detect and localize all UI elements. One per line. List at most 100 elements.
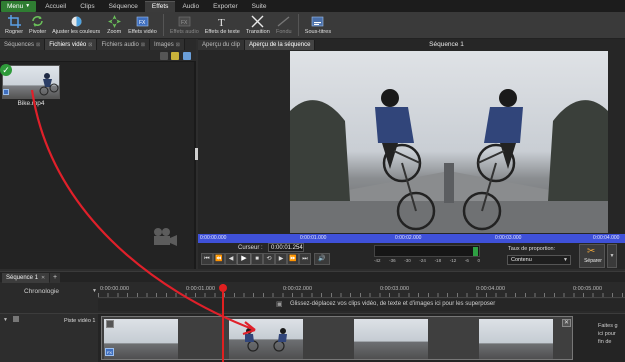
track-settings-icon[interactable]: ▼: [3, 317, 8, 323]
svg-text:FX: FX: [181, 20, 188, 26]
overlay-drop-zone[interactable]: ▣ Glissez-déplacez vos clips vidéo, de t…: [98, 299, 625, 311]
main-menu-button[interactable]: Menu ▼: [1, 0, 37, 12]
zoom-icon: [107, 14, 121, 28]
step-back-icon[interactable]: ◀: [225, 253, 237, 265]
go-start-icon[interactable]: ⏮: [201, 253, 213, 265]
menu-suite[interactable]: Suite: [245, 1, 274, 12]
grid-view-icon[interactable]: [183, 52, 191, 60]
transport-controls: ⏮ ⏪ ◀ ▶ ■ ⟲ ▶ ⏩ ⏭ 🔊: [201, 253, 330, 265]
subtitles-button[interactable]: Sous-titres: [302, 14, 334, 35]
volume-icon[interactable]: 🔊: [314, 253, 330, 265]
audio-fx-label: Effets audio: [169, 29, 199, 35]
menu-accueil[interactable]: Accueil: [38, 1, 73, 12]
color-adjust-label: Ajuster les couleurs: [52, 29, 101, 35]
db-scale: -42 -36 -30 -24 -18 -12 -6 0: [374, 258, 480, 263]
zoom-button[interactable]: Zoom: [103, 14, 125, 35]
audio-fx-button[interactable]: FX Effets audio: [167, 14, 202, 35]
cursor-label: Curseur :: [238, 245, 263, 251]
menu-audio[interactable]: Audio: [175, 1, 206, 12]
db-tick: -30: [404, 258, 411, 263]
clip-thumbnail: [479, 319, 553, 359]
add-folder-icon[interactable]: [171, 52, 179, 60]
close-icon[interactable]: ✕: [41, 275, 45, 281]
tab-sequences-label: Séquences: [4, 41, 35, 48]
next-frame-icon[interactable]: ⏩: [287, 253, 299, 265]
timeline-tick-label: 0:00:03.000: [380, 286, 410, 292]
delete-icon[interactable]: [160, 52, 168, 60]
timeline-tick-label: 0:00:00.000: [100, 286, 130, 292]
track-end-hint-line: ici pour: [598, 331, 616, 337]
color-adjust-button[interactable]: Ajuster les couleurs: [49, 14, 103, 35]
clip-close-icon[interactable]: ✕: [562, 319, 571, 327]
video-type-icon: [3, 89, 9, 95]
db-tick: -42: [374, 258, 381, 263]
clip-thumbnail: [104, 319, 178, 359]
timeline-ruler[interactable]: 0:00:00.000 0:00:01.000 0:00:02.000 0:00…: [98, 284, 625, 298]
go-end-icon[interactable]: ⏭: [299, 253, 311, 265]
close-icon[interactable]: ⊠: [36, 42, 40, 48]
db-tick: -36: [389, 258, 396, 263]
chevron-down-icon: ▼: [25, 3, 31, 9]
media-item[interactable]: ✓ Bike.mp4: [0, 64, 60, 115]
rotate-label: Pivoter: [29, 29, 47, 35]
video-track-label: Piste vidéo 1: [64, 318, 96, 324]
split-label: Séparer: [584, 258, 602, 264]
timeline-tick-label: 0:00:04.000: [476, 286, 506, 292]
fade-icon: [277, 14, 291, 28]
tab-sequence-1[interactable]: Séquence 1 ✕: [2, 273, 50, 283]
crop-button[interactable]: Rogner: [2, 14, 26, 35]
text-fx-button[interactable]: T Effets de texte: [202, 14, 243, 36]
ribbon-separator: [297, 14, 299, 36]
loop-icon[interactable]: ⟲: [263, 253, 275, 265]
video-fx-icon: FX: [135, 14, 149, 28]
menu-sequence[interactable]: Séquence: [102, 1, 145, 12]
video-track-header: ▼ Piste vidéo 1: [0, 313, 98, 362]
tab-audio-files[interactable]: Fichiers audio ⊠: [97, 39, 151, 50]
close-icon[interactable]: ⊠: [88, 42, 92, 48]
video-preview: [290, 51, 608, 233]
close-icon[interactable]: ⊠: [176, 42, 180, 48]
close-icon[interactable]: ⊠: [141, 42, 145, 48]
play-icon[interactable]: ▶: [237, 253, 251, 265]
add-sequence-tab[interactable]: +: [50, 273, 60, 283]
playhead[interactable]: [222, 284, 224, 362]
chevron-down-icon: ▼: [563, 257, 568, 263]
chronology-dropdown-icon[interactable]: ▼: [92, 288, 97, 294]
menu-bar: Menu ▼ Accueil Clips Séquence Effets Aud…: [0, 0, 625, 12]
color-adjust-icon: [69, 14, 83, 28]
main-menu-label: Menu: [7, 2, 24, 10]
video-clip[interactable]: FX ✕: [101, 316, 573, 360]
cursor-time-field[interactable]: 0:00:01.254: [268, 243, 304, 252]
step-forward-icon[interactable]: ▶: [275, 253, 287, 265]
zoom-label: Zoom: [107, 29, 122, 35]
menu-exporter[interactable]: Exporter: [206, 1, 245, 12]
tab-images[interactable]: Images ⊠: [150, 39, 185, 50]
transition-button[interactable]: Transition: [243, 14, 273, 35]
clip-fx-icon[interactable]: FX: [105, 348, 114, 356]
video-fx-label: Effets vidéo: [128, 29, 157, 35]
fade-button[interactable]: Fondu: [273, 14, 295, 35]
preview-ruler[interactable]: 0:00:00.000 0:00:01.000 0:00:02.000 0:00…: [198, 234, 625, 243]
menu-effets[interactable]: Effets: [144, 0, 176, 12]
tab-sequences[interactable]: Séquences ⊠: [0, 39, 46, 50]
tab-audio-files-label: Fichiers audio: [101, 41, 139, 48]
split-dropdown-icon[interactable]: ▼: [607, 244, 617, 268]
tab-video-files[interactable]: Fichiers vidéo ⊠: [45, 39, 98, 50]
prev-frame-icon[interactable]: ⏪: [213, 253, 225, 265]
playhead-handle[interactable]: [219, 284, 227, 292]
track-lock-icon[interactable]: [13, 316, 19, 322]
timeline-tabs: Séquence 1 ✕ +: [0, 271, 625, 283]
stop-icon[interactable]: ■: [251, 253, 263, 265]
video-track[interactable]: FX ✕ Faites g ici pour fin de: [98, 313, 625, 362]
rotate-icon: [31, 14, 45, 28]
video-fx-button[interactable]: FX Effets vidéo: [125, 14, 160, 35]
chronology-label: Chronologie: [24, 288, 60, 295]
clip-edit-icon[interactable]: [106, 320, 114, 328]
rotate-button[interactable]: Pivoter: [26, 14, 49, 35]
menu-clips[interactable]: Clips: [73, 1, 101, 12]
check-icon: ✓: [0, 64, 12, 76]
db-tick: 0: [477, 258, 480, 263]
split-button[interactable]: ✂ Séparer: [579, 244, 605, 268]
timeline-tick-label: 0:00:02.000: [283, 286, 313, 292]
aspect-ratio-select[interactable]: Contenu ▼: [507, 255, 571, 265]
